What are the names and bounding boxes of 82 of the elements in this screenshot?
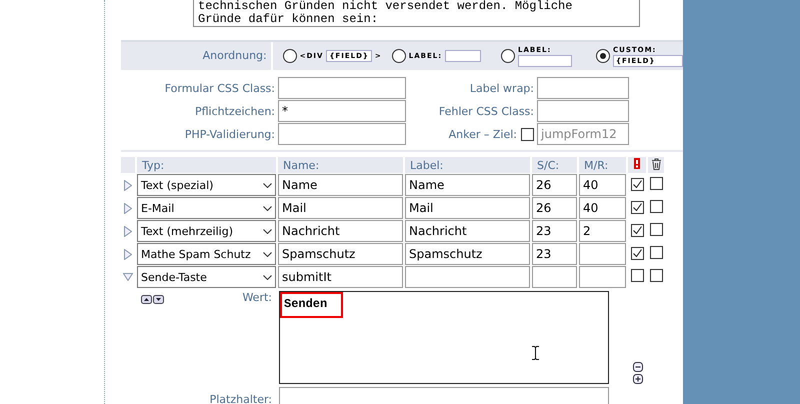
chevron-down-icon: [263, 206, 272, 210]
expand-triangle-icon[interactable]: [124, 226, 132, 236]
column-header: S/C:: [532, 157, 577, 173]
caption-input[interactable]: Spamschutz: [405, 243, 530, 265]
length-input[interactable]: 40: [579, 174, 626, 196]
radio-button[interactable]: [501, 49, 515, 63]
field-id-input[interactable]: Name: [278, 174, 403, 196]
radio-button[interactable]: [392, 49, 406, 63]
caption-input[interactable]: Mail: [405, 197, 530, 219]
delete-checkbox[interactable]: [650, 177, 662, 190]
layout-label: Anordnung:: [121, 42, 273, 70]
required-checkbox[interactable]: [630, 200, 644, 214]
label-sample-box: [445, 50, 481, 62]
expand-triangle-icon[interactable]: [124, 180, 132, 190]
field-id-input[interactable]: Spamschutz: [278, 243, 403, 265]
field-id-input[interactable]: submitIt: [278, 266, 403, 288]
delete-checkbox[interactable]: [650, 246, 662, 259]
expand-triangle-icon[interactable]: [124, 248, 132, 260]
caption-input[interactable]: Name: [405, 174, 530, 196]
radio-button[interactable]: [282, 49, 297, 63]
chevron-down-icon: [263, 182, 272, 188]
chevron-down-icon: [263, 252, 272, 256]
column-header: M/R:: [579, 157, 626, 173]
setting-label: Anker – Ziel:: [448, 128, 517, 140]
required-checkbox[interactable]: [630, 178, 644, 190]
setting-input[interactable]: [537, 100, 629, 122]
radio-button[interactable]: [596, 49, 610, 63]
message-textarea[interactable]: technischen Gründen nicht versendet werden. Mögliche Gründe dafür können sein:: [193, 0, 640, 27]
field-id-input[interactable]: Mail: [278, 197, 403, 219]
move-down-icon[interactable]: [153, 295, 164, 304]
type-select[interactable]: Text (mehrzeilig): [137, 220, 276, 242]
field-id-input[interactable]: Nachricht: [278, 220, 403, 242]
type-select[interactable]: Sende-Taste: [137, 266, 276, 288]
text-cursor-icon: [532, 346, 539, 360]
setting-input[interactable]: *: [278, 100, 406, 122]
size-input[interactable]: [532, 266, 577, 288]
required-icon: [634, 158, 640, 169]
setting-input[interactable]: [537, 77, 629, 99]
setting-input[interactable]: [278, 123, 406, 145]
setting-label: Pflichtzeichen:: [194, 104, 275, 118]
add-icon[interactable]: [633, 374, 643, 384]
length-input[interactable]: 40: [579, 197, 626, 219]
caption-input[interactable]: [405, 266, 530, 288]
expand-triangle-icon[interactable]: [124, 202, 132, 214]
required-checkbox[interactable]: [630, 269, 644, 282]
required-checkbox[interactable]: [630, 224, 644, 236]
value-label: Wert:: [242, 291, 272, 304]
setting-label: Label wrap:: [468, 82, 534, 94]
size-input[interactable]: 26: [532, 174, 577, 196]
delete-checkbox[interactable]: [650, 200, 662, 213]
delete-checkbox[interactable]: [650, 223, 662, 236]
column-header: Label:: [405, 157, 530, 173]
setting-label: PHP-Validierung:: [184, 128, 275, 140]
length-input[interactable]: [579, 266, 626, 288]
required-checkbox[interactable]: [630, 246, 644, 260]
length-input[interactable]: 2: [579, 220, 626, 242]
size-input[interactable]: 23: [532, 220, 577, 242]
column-header: Typ:: [137, 157, 276, 173]
type-select[interactable]: E-Mail: [137, 197, 276, 219]
placeholder-label: Platzhalter:: [208, 392, 273, 404]
move-up-icon[interactable]: [141, 295, 152, 304]
field-sample-box: [518, 54, 572, 66]
value-textarea[interactable]: Senden: [279, 291, 609, 384]
column-header: Name:: [278, 157, 403, 173]
setting-label: Fehler CSS Class:: [438, 104, 534, 118]
setting-input[interactable]: [278, 77, 406, 99]
type-select[interactable]: Mathe Spam Schutz: [137, 243, 276, 265]
length-input[interactable]: [579, 243, 626, 265]
chevron-down-icon: [263, 274, 272, 280]
checkbox[interactable]: [521, 128, 534, 140]
chevron-down-icon: [263, 228, 272, 234]
setting-label: Formular CSS Class:: [164, 82, 275, 94]
trash-icon: [650, 158, 662, 170]
type-select[interactable]: Text (spezial): [137, 174, 276, 196]
size-input[interactable]: 23: [532, 243, 577, 265]
caption-input[interactable]: Nachricht: [405, 220, 530, 242]
anchor-input[interactable]: jumpForm12: [537, 123, 629, 145]
placeholder-input[interactable]: [279, 387, 609, 404]
size-input[interactable]: 26: [532, 197, 577, 219]
delete-checkbox[interactable]: [650, 269, 662, 282]
collapse-triangle-icon[interactable]: [123, 273, 133, 281]
remove-icon[interactable]: [633, 362, 643, 372]
